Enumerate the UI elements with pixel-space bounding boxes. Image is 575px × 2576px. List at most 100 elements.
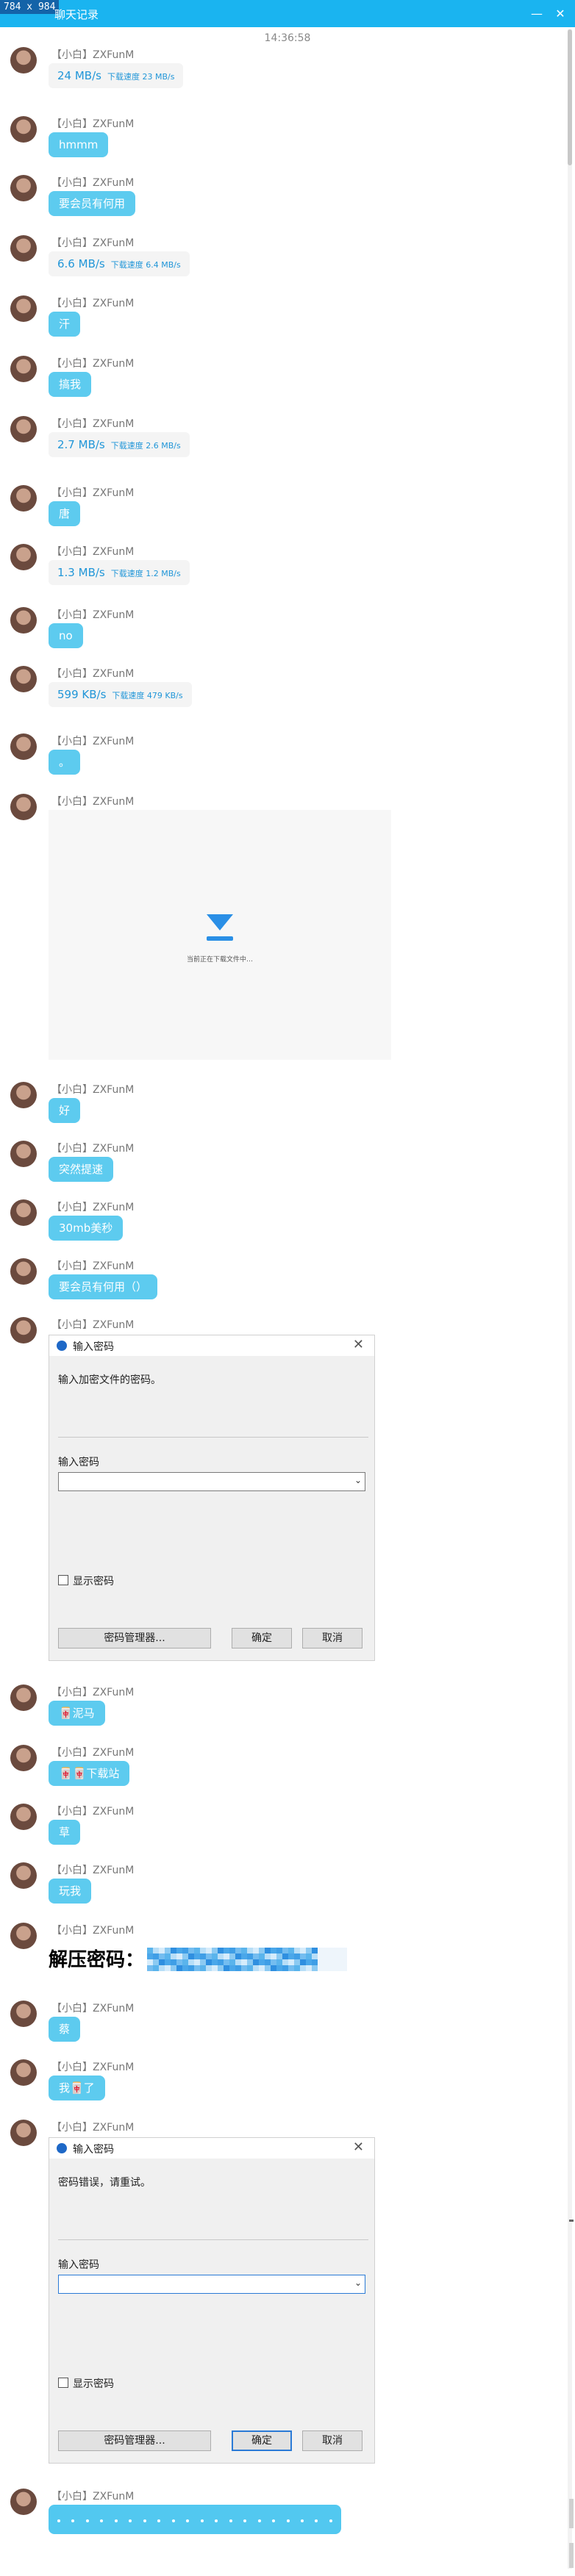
password-dialog: 输入密码 ✕ 输入加密文件的密码。 输入密码 ⌄ 显示密码 密码管理器... 确定 取消 xyxy=(49,1335,375,1661)
side-marker xyxy=(569,2543,574,2568)
avatar[interactable] xyxy=(10,1258,37,1285)
avatar[interactable] xyxy=(10,733,37,760)
dimension-label: 784 x 984 xyxy=(0,0,60,14)
window-title: 聊天记录 xyxy=(54,8,99,21)
avatar[interactable] xyxy=(10,1923,37,1949)
chevron-down-icon[interactable]: ⌄ xyxy=(354,2278,362,2288)
sender-name: 【小白】ZXFunM xyxy=(51,736,135,747)
avatar[interactable] xyxy=(10,1804,37,1830)
message-bubble[interactable]: 🀄泥马 xyxy=(49,1701,105,1726)
avatar[interactable] xyxy=(10,416,37,442)
message-bubble[interactable]: 唐 xyxy=(49,501,81,526)
avatar[interactable] xyxy=(10,794,37,820)
download-speed-screenshot[interactable]: 6.6 MB/s 下载速度 6.4 MB/s xyxy=(49,251,190,276)
sender-name: 【小白】ZXFunM xyxy=(51,49,135,61)
avatar[interactable] xyxy=(10,666,37,692)
message-bubble[interactable]: 突然提速 xyxy=(49,1157,114,1182)
sender-name: 【小白】ZXFunM xyxy=(51,118,135,130)
sender-name: 【小白】ZXFunM xyxy=(51,358,135,370)
dot xyxy=(257,2519,261,2522)
speed-detail: 下载速度 479 KB/s xyxy=(112,691,183,700)
avatar[interactable] xyxy=(10,175,37,201)
avatar[interactable] xyxy=(10,2489,37,2515)
dotted-message-bubble[interactable] xyxy=(49,2505,341,2534)
chevron-down-icon[interactable]: ⌄ xyxy=(354,1475,362,1485)
message-bubble[interactable]: hmmm xyxy=(49,132,109,157)
avatar[interactable] xyxy=(10,1082,37,1108)
avatar[interactable] xyxy=(10,1141,37,1167)
avatar[interactable] xyxy=(10,1745,37,1771)
show-password-checkbox[interactable] xyxy=(58,2378,68,2388)
dialog-title: 输入密码 xyxy=(73,1341,114,1353)
minimize-button[interactable]: — xyxy=(528,6,546,22)
download-speed-screenshot[interactable]: 24 MB/s 下载速度 23 MB/s xyxy=(49,63,184,88)
close-icon[interactable]: ✕ xyxy=(551,6,569,22)
download-arrow-icon xyxy=(202,911,238,944)
cancel-button[interactable]: 取消 xyxy=(302,2430,362,2451)
dot xyxy=(57,2519,60,2522)
avatar[interactable] xyxy=(10,356,37,382)
avatar[interactable] xyxy=(10,485,37,512)
avatar[interactable] xyxy=(10,1317,37,1343)
dot xyxy=(129,2519,132,2522)
avatar[interactable] xyxy=(10,295,37,322)
avatar[interactable] xyxy=(10,2059,37,2086)
message-bubble[interactable]: 玩我 xyxy=(49,1879,92,1904)
password-input[interactable]: ⌄ xyxy=(58,1472,365,1491)
ok-button[interactable]: 确定 xyxy=(232,1628,292,1648)
sender-name: 【小白】ZXFunM xyxy=(51,1143,135,1155)
message-bubble[interactable]: 30mb美秒 xyxy=(49,1216,124,1241)
message-bubble[interactable]: 要会员有何用 xyxy=(49,191,136,216)
side-marker xyxy=(569,2220,574,2222)
message-bubble[interactable]: 草 xyxy=(49,1820,81,1845)
password-image[interactable]: 解压密码： xyxy=(49,1936,356,1980)
speed-detail: 下载速度 6.4 MB/s xyxy=(110,260,181,270)
download-speed-screenshot[interactable]: 1.3 MB/s 下载速度 1.2 MB/s xyxy=(49,560,190,585)
avatar[interactable] xyxy=(10,1199,37,1226)
avatar[interactable] xyxy=(10,2001,37,2027)
cancel-button[interactable]: 取消 xyxy=(302,1628,362,1648)
download-image[interactable]: 当前正在下载文件中… xyxy=(49,810,391,1060)
download-speed-screenshot[interactable]: 2.7 MB/s 下载速度 2.6 MB/s xyxy=(49,432,190,457)
speed-detail: 下载速度 1.2 MB/s xyxy=(110,569,181,578)
avatar[interactable] xyxy=(10,1685,37,1711)
message-bubble[interactable]: 好 xyxy=(49,1098,81,1123)
message-bubble[interactable]: 蔡 xyxy=(49,2017,81,2042)
message-bubble[interactable]: 搞我 xyxy=(49,372,92,397)
message-bubble[interactable]: no xyxy=(49,623,83,648)
avatar[interactable] xyxy=(10,47,37,73)
password-input[interactable]: ⌄ xyxy=(58,2275,365,2294)
dot xyxy=(71,2519,75,2522)
scrollbar-thumb[interactable] xyxy=(568,29,572,165)
show-password-checkbox[interactable] xyxy=(58,1575,68,1585)
dot-row xyxy=(57,2519,332,2522)
sender-name: 【小白】ZXFunM xyxy=(51,1806,135,1818)
dot xyxy=(100,2519,104,2522)
dialog-close-button[interactable]: ✕ xyxy=(353,1337,364,1352)
dialog-prompt: 输入加密文件的密码。 xyxy=(58,1374,161,1386)
password-manager-button[interactable]: 密码管理器... xyxy=(58,2430,211,2451)
message-bubble[interactable]: 。 xyxy=(49,750,81,775)
sender-name: 【小白】ZXFunM xyxy=(51,609,135,621)
message-bubble[interactable]: 要会员有何用（） xyxy=(49,1274,158,1299)
avatar[interactable] xyxy=(10,2120,37,2146)
avatar[interactable] xyxy=(10,607,37,634)
avatar[interactable] xyxy=(10,235,37,262)
avatar[interactable] xyxy=(10,544,37,570)
sender-name: 【小白】ZXFunM xyxy=(51,1260,135,1272)
avatar[interactable] xyxy=(10,1862,37,1889)
pixelated-password xyxy=(147,1948,349,1971)
dialog-close-button[interactable]: ✕ xyxy=(353,2139,364,2155)
dot xyxy=(315,2519,318,2522)
sender-name: 【小白】ZXFunM xyxy=(51,546,135,558)
download-speed-screenshot[interactable]: 599 KB/s 下载速度 479 KB/s xyxy=(49,682,192,707)
message-bubble[interactable]: 汗 xyxy=(49,312,81,337)
message-bubble[interactable]: 我🀄了 xyxy=(49,2075,105,2100)
scrollbar-track[interactable] xyxy=(568,29,572,2569)
ok-button[interactable]: 确定 xyxy=(232,2430,292,2451)
sender-name: 【小白】ZXFunM xyxy=(51,1865,135,1876)
dialog-header: 输入密码 ✕ xyxy=(49,1335,374,1356)
message-bubble[interactable]: 🀄🀄下载站 xyxy=(49,1761,130,1786)
password-manager-button[interactable]: 密码管理器... xyxy=(58,1628,211,1648)
avatar[interactable] xyxy=(10,116,37,143)
